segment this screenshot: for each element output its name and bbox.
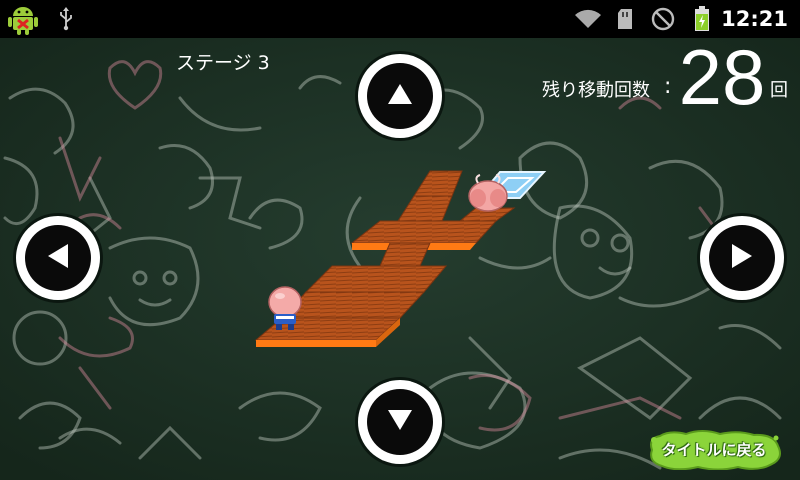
move-left-button[interactable] [16, 216, 100, 300]
android-debug-icon [6, 0, 40, 38]
down-arrow-icon [386, 408, 414, 436]
move-right-button[interactable] [700, 216, 784, 300]
wifi-icon [574, 0, 602, 38]
move-up-button[interactable] [358, 54, 442, 138]
move-down-button[interactable] [358, 380, 442, 464]
clock: 12:21 [721, 7, 788, 31]
back-to-title-label: タイトルに戻る [661, 441, 767, 459]
back-to-title-button[interactable]: タイトルに戻る [646, 430, 782, 470]
game-screen: ステージ 3 残り移動回数 : 28 回 タイトルに戻る [0, 38, 800, 480]
left-arrow-icon [46, 242, 70, 274]
battery-charging-icon [690, 0, 714, 38]
up-arrow-icon [386, 82, 414, 110]
right-arrow-icon [730, 242, 754, 274]
sd-card-icon [614, 0, 636, 38]
usb-icon [54, 0, 78, 38]
no-sim-icon [650, 0, 676, 38]
status-bar: 12:21 [0, 0, 800, 38]
